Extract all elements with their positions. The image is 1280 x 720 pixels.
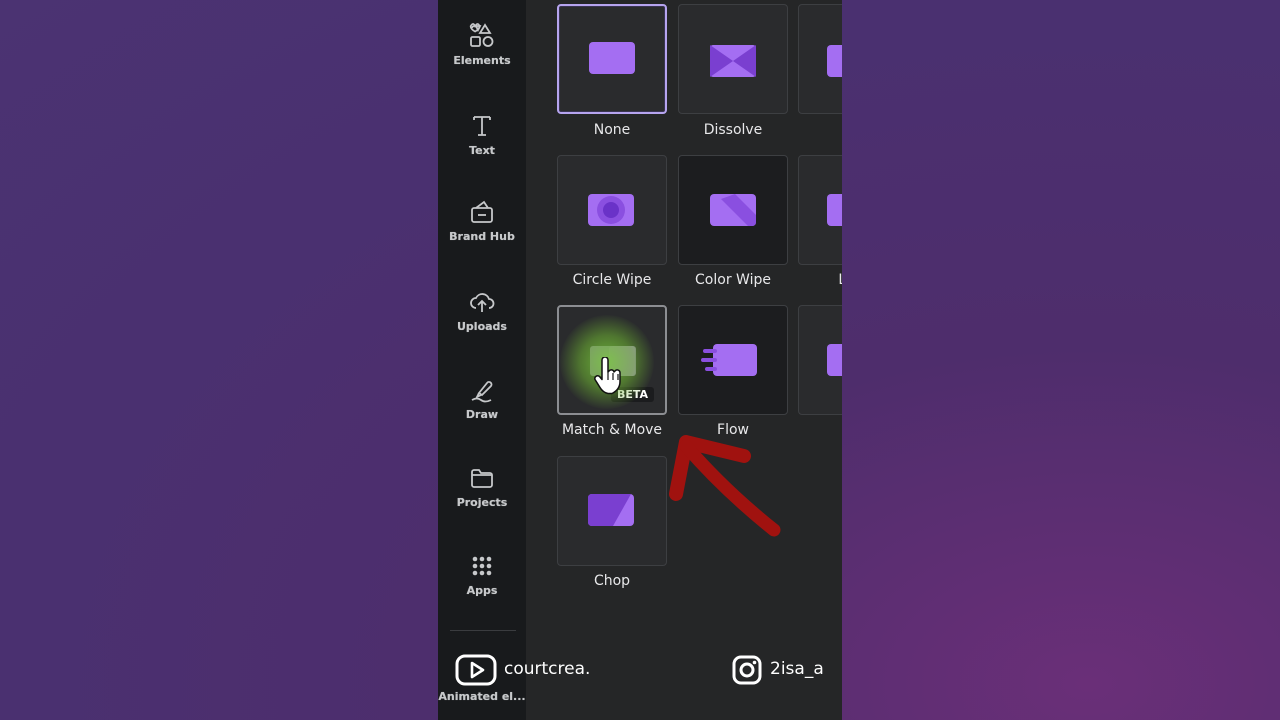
transition-tile-slide[interactable] (798, 4, 842, 114)
transition-label: None (593, 122, 631, 138)
sidebar-item-label: Animated el... (438, 690, 526, 703)
transition-tile-flow[interactable] (678, 305, 788, 415)
line-thumbnail-icon (827, 194, 842, 226)
transition-tile-none[interactable] (557, 4, 667, 114)
transition-label: Chop (593, 573, 631, 589)
dissolve-thumbnail-icon (710, 45, 756, 77)
sidebar-item-brand-hub[interactable]: Brand Hub (438, 198, 526, 268)
red-arrow-annotation (669, 435, 781, 537)
transition-label: Match & Move (561, 422, 663, 438)
transition-tile-stack[interactable] (798, 305, 842, 415)
sidebar-item-animated-elements[interactable]: Animated el... (438, 690, 526, 714)
sidebar-item-label: Text (469, 144, 495, 157)
transitions-panel: None Dissolve S Circle Wipe (526, 0, 842, 720)
none-thumbnail-icon (589, 42, 635, 74)
sidebar-item-elements[interactable]: Elements (438, 22, 526, 92)
sidebar-item-label: Uploads (457, 320, 507, 333)
youtube-icon (455, 654, 497, 686)
sidebar-item-label: Elements (453, 54, 511, 67)
hand-cursor-icon (594, 357, 621, 395)
transition-label: Dissolve (703, 122, 763, 138)
instagram-handle: 2isa_a (770, 659, 824, 679)
instagram-icon (732, 655, 762, 685)
sidebar-rail: Elements Text Brand Hub Uploads Draw Pro… (438, 0, 526, 720)
text-icon (473, 116, 491, 136)
sidebar-item-label: Draw (465, 408, 499, 421)
sidebar-item-label: Apps (466, 584, 498, 597)
stack-thumbnail-icon (827, 344, 842, 376)
sidebar-item-draw[interactable]: Draw (438, 376, 526, 446)
sidebar-item-label: Projects (456, 496, 508, 509)
sidebar-item-apps[interactable]: Apps (438, 552, 526, 622)
sidebar-item-uploads[interactable]: Uploads (438, 288, 526, 358)
transition-label: S (783, 122, 842, 138)
transition-tile-dissolve[interactable] (678, 4, 788, 114)
transition-label: Color Wipe (695, 272, 771, 288)
transition-tile-color-wipe[interactable] (678, 155, 788, 265)
circle-wipe-thumbnail-icon (588, 194, 634, 226)
brand-hub-icon (471, 200, 493, 223)
color-wipe-thumbnail-icon (710, 194, 756, 226)
draw-icon (471, 381, 493, 403)
shapes-icon (469, 23, 494, 47)
editor-screenshot: Elements Text Brand Hub Uploads Draw Pro… (438, 0, 842, 720)
apps-grid-icon (472, 556, 492, 576)
transition-label: Line (783, 272, 842, 288)
transition-tile-chop[interactable] (557, 456, 667, 566)
flow-thumbnail-icon (701, 344, 757, 376)
folder-icon (471, 469, 493, 488)
transition-tile-line[interactable] (798, 155, 842, 265)
sidebar-item-projects[interactable]: Projects (438, 464, 526, 534)
transition-label: Circle Wipe (572, 272, 652, 288)
sidebar-divider (450, 630, 516, 631)
sidebar-item-label: Brand Hub (449, 230, 515, 243)
transition-tile-circle-wipe[interactable] (557, 155, 667, 265)
youtube-handle: courtcrea. (504, 659, 591, 679)
cloud-upload-icon (470, 293, 495, 312)
sidebar-item-text[interactable]: Text (438, 112, 526, 182)
slide-thumbnail-icon (827, 45, 842, 77)
chop-thumbnail-icon (588, 494, 634, 526)
